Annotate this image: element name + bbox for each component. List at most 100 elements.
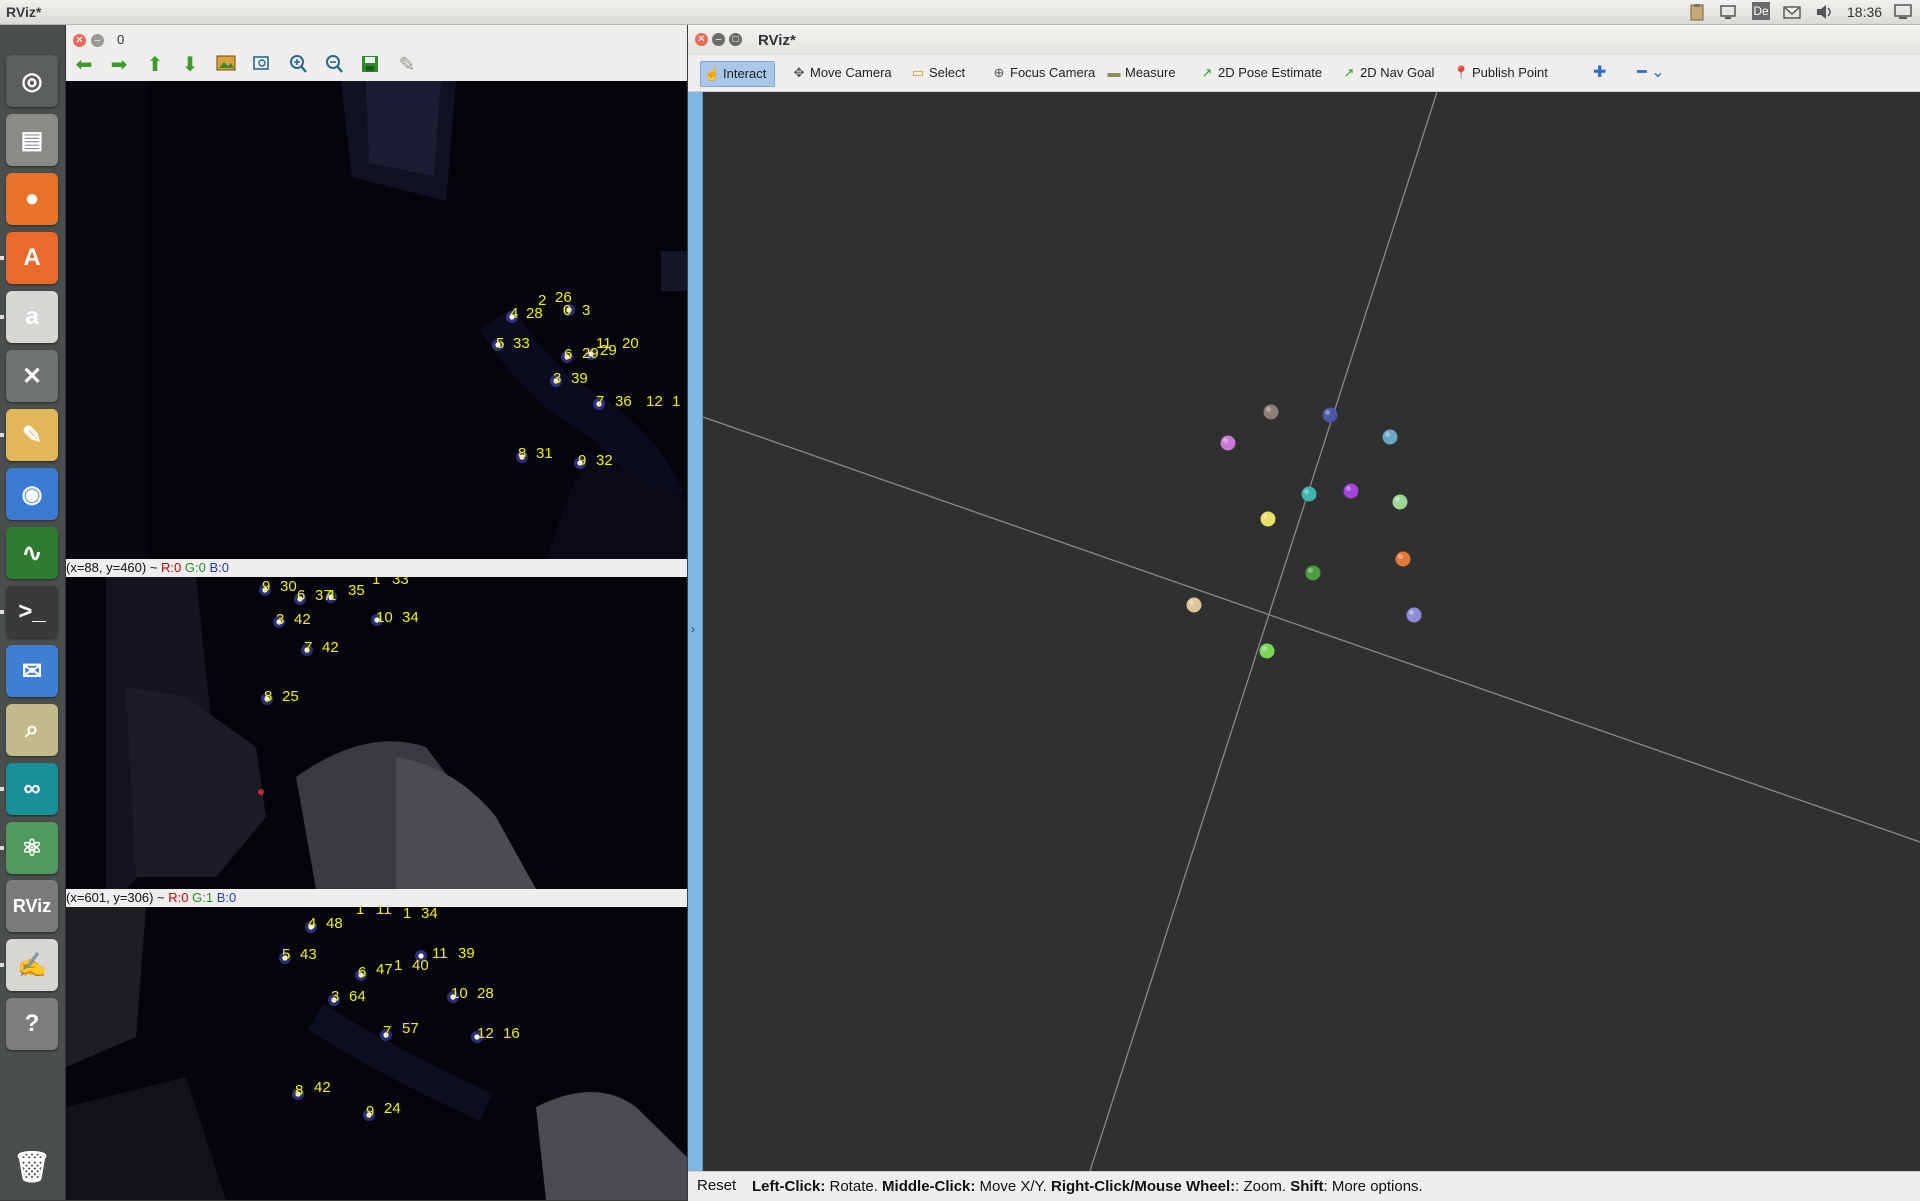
led-id-label: 31 xyxy=(536,445,553,462)
sphere-marker[interactable] xyxy=(1259,643,1275,659)
tool-publish-point[interactable]: 📍 Publish Point xyxy=(1450,61,1548,85)
select-rectangle-icon: ▭ xyxy=(911,65,925,80)
sphere-marker[interactable] xyxy=(1382,429,1398,445)
active-app-title: RViz* xyxy=(6,4,42,20)
power-icon[interactable] xyxy=(1893,3,1913,21)
zoom-fit-icon[interactable] xyxy=(251,54,273,76)
mail-client-icon[interactable]: ✉ xyxy=(6,645,58,697)
sphere-marker[interactable] xyxy=(1301,486,1317,502)
camera-image-pane-1[interactable]: 2 26 4 28 0 3 5 33 11 20 6 29 29 3 39 7 36 12 1 8 31 9 32 xyxy=(66,81,687,559)
magnifier-picture-icon[interactable]: ⌕ xyxy=(6,704,58,756)
sphere-marker[interactable] xyxy=(1322,407,1338,423)
led-id-label: 24 xyxy=(384,1100,401,1117)
chromium-icon[interactable]: ◉ xyxy=(6,468,58,520)
led-id-label: 7 xyxy=(383,1023,391,1040)
panel-splitter[interactable]: › xyxy=(688,92,703,1171)
mail-icon[interactable] xyxy=(1783,3,1801,21)
camera-image-pane-3[interactable]: 4 48 1 11 1 34 5 43 11 39 6 47 1 40 3 64 10 28 7 57 12 16 8 42 9… xyxy=(66,907,687,1200)
zoom-in-icon[interactable] xyxy=(287,54,309,76)
led-id-label: 34 xyxy=(402,609,419,626)
led-id-label: 1 xyxy=(328,587,336,604)
tools-icon[interactable]: ✕ xyxy=(6,350,58,402)
help-icon[interactable]: ? xyxy=(6,998,58,1050)
clear-icon[interactable]: ✎ xyxy=(396,54,418,76)
led-id-label: 35 xyxy=(348,582,365,599)
arrow-left-icon[interactable]: ⬅ xyxy=(73,54,95,76)
trash-icon[interactable]: 🗑 xyxy=(6,1141,58,1193)
keyboard-layout-icon[interactable]: De xyxy=(1752,2,1770,20)
sphere-marker[interactable] xyxy=(1343,483,1359,499)
sphere-marker[interactable] xyxy=(1406,607,1422,623)
led-id-label: 3 xyxy=(553,370,561,387)
arrow-up-icon[interactable]: ⬆ xyxy=(144,54,166,76)
sphere-highlight xyxy=(1398,554,1403,559)
tool-select[interactable]: ▭ Select xyxy=(907,61,965,85)
led-id-label: 40 xyxy=(412,957,429,974)
tool-interact[interactable]: ☝ Interact xyxy=(700,61,776,87)
maximize-icon[interactable]: □ xyxy=(729,33,742,46)
clipboard-icon[interactable] xyxy=(1688,3,1706,21)
tool-measure[interactable]: ▬ Measure xyxy=(1103,61,1176,85)
led-id-label: 32 xyxy=(596,452,613,469)
camera-image-pane-2[interactable]: 9 30 6 37 1 35 1 33 3 42 10 34 7 42 8 25 xyxy=(66,577,687,889)
minus-icon[interactable]: ━ ⌄ xyxy=(1615,61,1664,85)
reset-button[interactable]: Reset xyxy=(691,1174,742,1197)
notepad-icon[interactable]: ✎ xyxy=(6,409,58,461)
network-icon[interactable] xyxy=(1719,3,1737,21)
tool-move-camera[interactable]: ✥ Move Camera xyxy=(788,61,892,85)
sphere-highlight xyxy=(1395,497,1400,502)
tool-2d-nav-goal[interactable]: ↗ 2D Nav Goal xyxy=(1338,61,1435,85)
3d-viewport[interactable] xyxy=(703,92,1920,1171)
system-monitor-icon[interactable]: ∿ xyxy=(6,527,58,579)
move-camera-icon: ✥ xyxy=(793,65,805,80)
sphere-marker[interactable] xyxy=(1260,511,1276,527)
file-cabinet-icon[interactable]: ▤ xyxy=(6,114,58,166)
led-id-label: 39 xyxy=(458,945,475,962)
firefox-icon[interactable]: ● xyxy=(6,173,58,225)
plus-icon[interactable]: ✚ xyxy=(1571,61,1606,85)
close-icon[interactable]: ✕ xyxy=(695,33,708,46)
led-id-label: 3 xyxy=(276,611,284,628)
chevron-right-icon[interactable]: › xyxy=(691,622,695,636)
tool-2d-pose-estimate[interactable]: ↗ 2D Pose Estimate xyxy=(1196,61,1323,85)
pdf-reader-icon[interactable]: ✍ xyxy=(6,939,58,991)
rviz-icon[interactable]: RViz xyxy=(6,880,58,932)
camera-image-2: 9 306 371 351 333 42 10 347 428 25 xyxy=(66,577,687,889)
pixel-readout-1: (x=88, y=460) ~ R:0 G:0 B:0 xyxy=(66,559,687,577)
led-id-label: 29 xyxy=(582,345,599,362)
sphere-marker[interactable] xyxy=(1392,494,1408,510)
close-icon[interactable]: ✕ xyxy=(73,34,86,47)
clock[interactable]: 18:36 xyxy=(1847,4,1882,20)
rviz-window-title: RViz* xyxy=(758,32,796,49)
minimize-icon[interactable]: – xyxy=(712,33,725,46)
led-id-label: 0 xyxy=(563,302,571,319)
minimize-icon[interactable]: – xyxy=(91,34,104,47)
image-icon[interactable] xyxy=(215,54,237,76)
mouse-help-text: Left-Click: Rotate. Middle-Click: Move X… xyxy=(752,1178,1423,1195)
zoom-out-icon[interactable] xyxy=(323,54,345,76)
sphere-marker[interactable] xyxy=(1186,597,1202,613)
sphere-highlight xyxy=(1262,646,1267,651)
rviz-window: ✕ – □ RViz* ✚ ━ ⌄ ☝ Interact ✥ Move Camera ▭… xyxy=(688,25,1920,1201)
sphere-marker[interactable] xyxy=(1305,565,1321,581)
terminal-icon[interactable]: >_ xyxy=(6,586,58,638)
sphere-marker[interactable] xyxy=(1220,435,1236,451)
sphere-highlight xyxy=(1223,438,1228,443)
arduino-icon[interactable]: ∞ xyxy=(6,763,58,815)
tool-focus-camera[interactable]: ⊕ Focus Camera xyxy=(988,61,1096,85)
window-title: 0 xyxy=(117,32,125,47)
ubuntu-logo-icon[interactable]: ◎ xyxy=(6,55,58,107)
sphere-marker[interactable] xyxy=(1395,551,1411,567)
volume-icon[interactable] xyxy=(1815,3,1835,21)
launcher: ◎ ▤ ● Aa ✕ ✎ ◉ ∿ >_ ✉ ⌕ ∞ ⚛ RViz ✍? 🗑 xyxy=(0,25,66,1200)
arrow-down-icon[interactable]: ⬇ xyxy=(179,54,201,76)
amazon-icon[interactable]: a xyxy=(6,291,58,343)
shopping-bag-icon[interactable]: A xyxy=(6,232,58,284)
save-icon[interactable] xyxy=(359,54,381,76)
led-id-label: 29 xyxy=(600,342,617,359)
running-indicator xyxy=(0,787,4,791)
arrow-right-icon[interactable]: ➡ xyxy=(108,54,130,76)
map-pin-icon: 📍 xyxy=(1453,65,1470,80)
atom-icon[interactable]: ⚛ xyxy=(6,822,58,874)
sphere-marker[interactable] xyxy=(1263,404,1279,420)
